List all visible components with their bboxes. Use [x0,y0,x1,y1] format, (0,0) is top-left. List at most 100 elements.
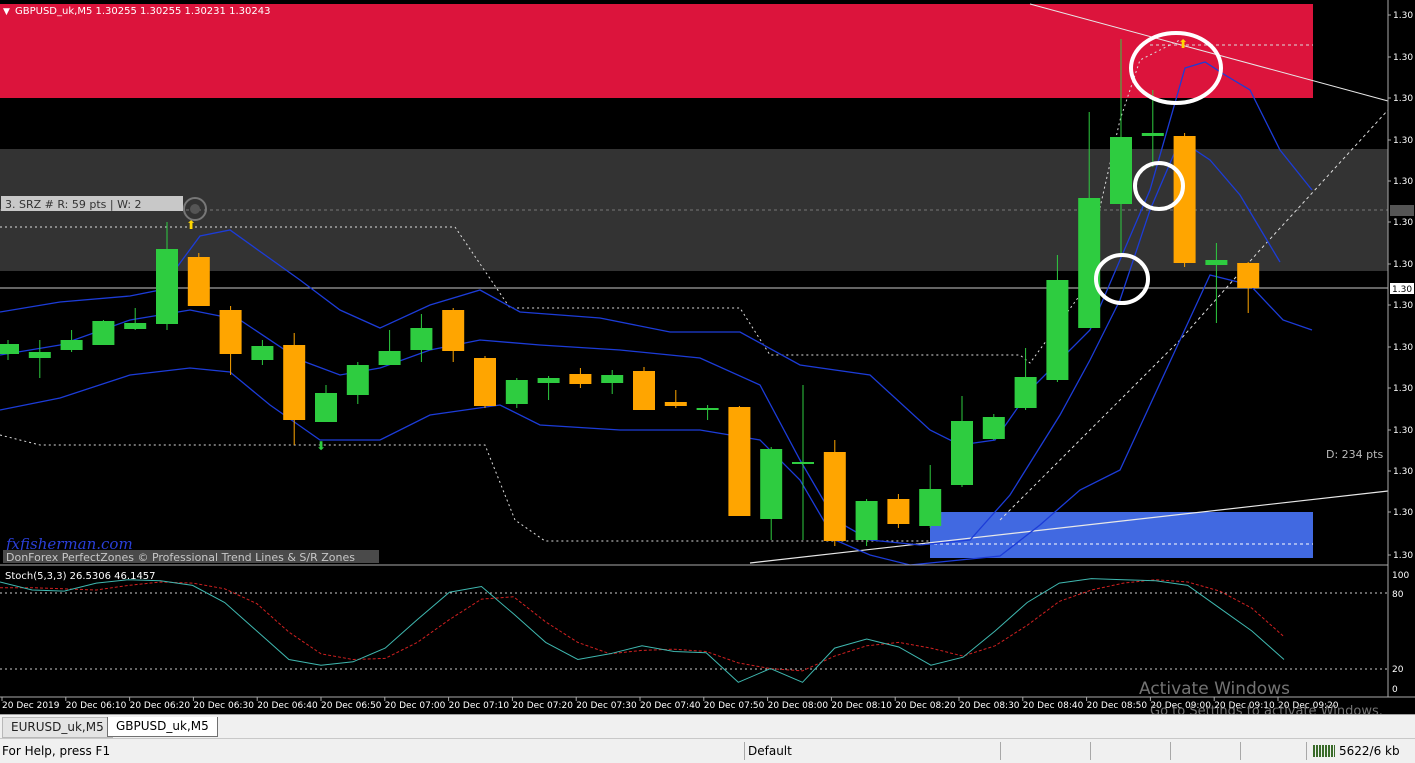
candle-body[interactable] [728,407,751,516]
chart-tab-bar: EURUSD_uk,M5 GBPUSD_uk,M5 [0,714,1415,739]
time-scale-label: 20 Dec 07:40 [640,701,701,711]
time-scale-label: 20 Dec 06:10 [66,701,127,711]
price-scale-label: 1.30 [1393,136,1413,146]
time-scale-label: 20 Dec 06:50 [321,701,382,711]
status-separator [1170,742,1171,760]
time-scale-label: 20 Dec 08:30 [959,701,1020,711]
time-scale-label: 20 Dec 08:20 [895,701,956,711]
candle-body[interactable] [410,328,433,350]
status-separator [1090,742,1091,760]
header-dropdown-icon[interactable]: ▼ [3,7,10,17]
time-scale-label: 20 Dec 06:40 [257,701,318,711]
time-scale-label: 20 Dec 06:30 [193,701,254,711]
time-scale-label: 20 Dec 08:50 [1087,701,1148,711]
price-scale-label: 1.30 [1393,94,1413,104]
candle-body[interactable] [1237,263,1260,288]
candle-body[interactable] [251,346,274,360]
candle-body[interactable] [0,344,19,354]
time-scale-label: 20 Dec 07:20 [512,701,573,711]
candle-body[interactable] [1014,377,1037,408]
srz-handle-dot [190,204,200,214]
candle-body[interactable] [887,499,910,524]
price-scale-label: 1.30 [1393,53,1413,63]
stoch-scale-80: 80 [1392,590,1404,600]
status-separator [1240,742,1241,760]
stoch-scale-0: 0 [1392,685,1398,695]
candle-body[interactable] [982,417,1005,439]
candle-body[interactable] [505,380,528,404]
connection-bars-icon[interactable] [1313,745,1335,757]
price-scale-label: 1.30 [1393,301,1413,311]
candle-body[interactable] [1110,137,1132,204]
candle-body[interactable] [1046,280,1069,380]
time-scale-label: 20 Dec 07:30 [576,701,637,711]
chart-canvas[interactable]: ⬆ ⬆ ⬇ 3. SRZ # R: 59 pts | W: 2 ▼ GBPUSD… [0,0,1415,714]
srz-label: 3. SRZ # R: 59 pts | W: 2 [5,198,142,211]
status-separator [744,742,745,760]
candle-body[interactable] [124,323,147,329]
candle-body[interactable] [664,402,687,406]
distance-label: D: 234 pts [1326,448,1383,461]
candle-body[interactable] [474,358,496,406]
status-profile[interactable]: Default [748,744,792,758]
status-help-text: For Help, press F1 [2,744,111,758]
fractal-down-arrow: ⬇ [316,439,326,453]
support-zone [930,512,1313,558]
candle-body[interactable] [569,374,592,384]
candle-body[interactable] [951,421,973,485]
fractal-up-arrow-high: ⬆ [1178,37,1188,51]
stoch-scale-20: 20 [1392,665,1404,675]
candle-body[interactable] [633,371,655,410]
srz-price-tag-box [1390,205,1414,216]
time-scale-label: 20 Dec 06:20 [130,701,191,711]
candle-body[interactable] [537,378,560,383]
time-scale-label: 20 Dec 07:00 [385,701,446,711]
price-scale-label: 1.30 [1393,551,1413,561]
price-scale-label: 1.30 [1393,177,1413,187]
status-traffic: 5622/6 kb [1339,744,1400,758]
candle-body[interactable] [60,340,83,350]
price-scale-label: 1.30 [1393,467,1413,477]
time-scale-label: 20 Dec 07:50 [704,701,765,711]
candle-body[interactable] [28,352,51,358]
stoch-scale-100: 100 [1392,571,1409,581]
tab-eurusd[interactable]: EURUSD_uk,M5 [2,717,113,738]
candle-body[interactable] [919,489,942,526]
activate-windows-subtitle: Go to Settings to activate Windows. [1150,704,1383,714]
status-separator [1306,742,1307,760]
candle-body[interactable] [442,310,465,351]
tab-gbpusd[interactable]: GBPUSD_uk,M5 [107,717,218,737]
chart-background [0,0,1415,714]
candle-body[interactable] [601,375,624,383]
price-scale-label: 1.30 [1393,384,1413,394]
price-scale-label: 1.30 [1393,11,1413,21]
price-scale-label: 1.30 [1393,260,1413,270]
time-scale-label: 20 Dec 08:00 [768,701,829,711]
status-separator [1000,742,1001,760]
candle-body[interactable] [855,501,878,540]
candle-body[interactable] [760,449,783,519]
candle-body[interactable] [156,249,178,324]
main-chart-header: GBPUSD_uk,M5 1.30255 1.30255 1.30231 1.3… [15,6,270,17]
candle-body[interactable] [1141,133,1164,136]
resistance-zone [0,4,1313,98]
candle-body[interactable] [315,393,337,422]
candle-body[interactable] [92,321,115,345]
price-scale-label: 1.30 [1393,426,1413,436]
status-bar: For Help, press F1 Default 5622/6 kb [0,738,1415,763]
price-scale-label: 1.30 [1393,218,1413,228]
candle-body[interactable] [1078,198,1101,328]
candle-body[interactable] [346,365,369,395]
candle-body[interactable] [187,257,210,306]
candle-body[interactable] [283,345,306,420]
candle-body[interactable] [219,310,242,354]
time-scale-label: 20 Dec 2019 [2,701,60,711]
candle-body[interactable] [823,452,846,541]
candle-body[interactable] [378,351,401,365]
price-scale-label: 1.30 [1393,508,1413,518]
candle-body[interactable] [1205,260,1228,265]
candle-body[interactable] [696,408,719,410]
current-price-tag: 1.30 [1392,285,1412,295]
time-scale-label: 20 Dec 08:10 [831,701,892,711]
candle-body[interactable] [792,462,814,464]
